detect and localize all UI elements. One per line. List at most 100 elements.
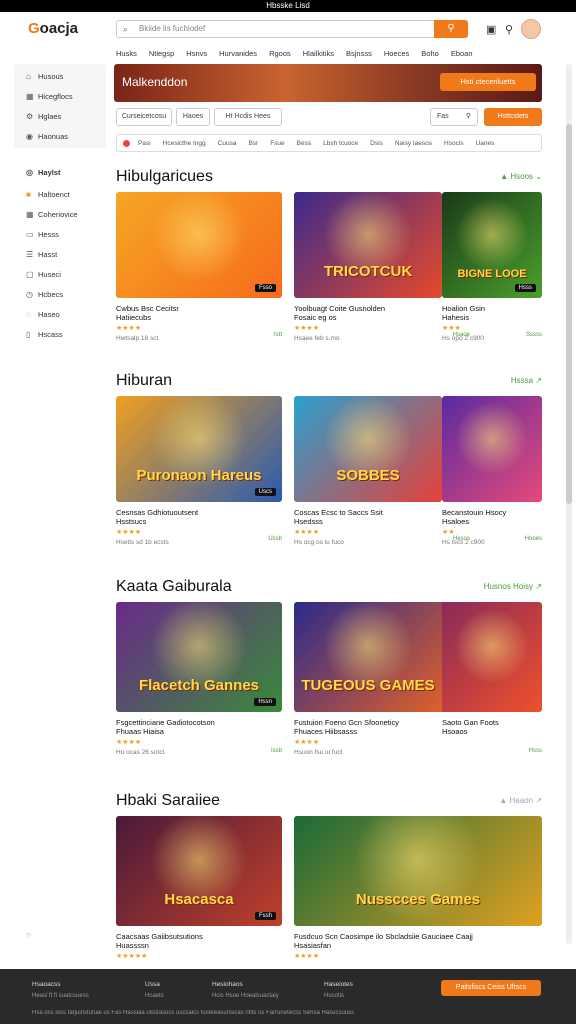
folder-icon: ▭ (26, 229, 34, 239)
game-thumbnail[interactable]: Puronaon Hareus Uscs (116, 396, 282, 502)
scrollbar-thumb[interactable] (566, 124, 572, 504)
chip[interactable]: Bess (291, 140, 317, 147)
nav-item[interactable]: Ntiegsp (143, 46, 180, 62)
sidebar-item[interactable]: ⌂ Husous (14, 66, 106, 86)
nav-item[interactable]: Hoeces (378, 46, 415, 62)
game-card[interactable]: TRICOTCUK Yoolbuagt Coite Gusnolden Fosa… (294, 192, 542, 342)
action-button[interactable]: Hsttcstets (484, 108, 542, 126)
game-card[interactable]: Becanstouin Hsocy Hsaloes ★★ Hs tscs 2 c… (442, 396, 542, 546)
rating-stars: ★★★★ (116, 739, 142, 746)
footer-button[interactable]: Paitsfiscs Ceiss Uftscs (441, 980, 541, 996)
card-subtitle: Fhuaces Hiibsasss (294, 727, 357, 736)
nav-item[interactable]: Bsjnsss (340, 46, 378, 62)
game-thumbnail[interactable]: Fsso (116, 192, 282, 298)
filter-button[interactable]: Curseicetcosu (116, 108, 172, 126)
game-thumbnail[interactable] (442, 602, 542, 712)
sidebar-item[interactable]: ▢ Huseci (14, 264, 106, 284)
game-thumbnail[interactable]: Nusscces Games (294, 816, 542, 926)
sidebar-item[interactable]: ◉ Haonuas (14, 126, 106, 146)
chip[interactable]: Pasi (132, 140, 157, 147)
game-card[interactable]: Puronaon Hareus Uscs Cesnsas Gdhiotuoutse… (116, 396, 282, 546)
game-card[interactable]: TUGEOUS GAMES Fustuion Foeno Gcn Sfoonet… (294, 602, 442, 756)
game-card[interactable]: Hsacasca Fssh Caacsaas Gaiibsutsutions Hu… (116, 816, 282, 960)
notification-icon[interactable]: ▣ (486, 23, 496, 36)
nav-item[interactable]: Rgoos (263, 46, 297, 62)
card-title: Caacsaas Gaiibsutsutions (116, 932, 203, 941)
game-card[interactable]: Flacetch Gannes Hssn Fsgcettinciane Gadio… (116, 602, 282, 756)
game-card[interactable]: Nusscces Games Fusdcuo Scn Caosimpe ilo … (294, 816, 542, 960)
nav-item[interactable]: Husks (110, 46, 143, 62)
game-card[interactable]: BIGNE LOOE Hsss Hoalion Gsin Hahesis ★★★ … (442, 192, 542, 342)
footer-col-title: Haseiotes (324, 981, 353, 988)
sidebar-item[interactable]: ▯ Hscass (14, 324, 106, 344)
game-thumbnail[interactable]: Hsacasca Fssh (116, 816, 282, 926)
game-thumbnail[interactable]: TUGEOUS GAMES (294, 602, 442, 712)
nav-item[interactable]: Hsnvs (180, 46, 213, 62)
card-subtitle: Fosaic eg os (294, 313, 337, 322)
card-subtitle: Hsaloes (442, 517, 470, 526)
section-more-link[interactable]: Hsssa ↗ (511, 376, 542, 385)
tag-icon: ◌ (26, 309, 31, 319)
promo-banner[interactable]: Malkenddon Hsti cteceriluetts (114, 64, 542, 102)
avatar[interactable] (521, 19, 541, 39)
footer-link[interactable]: Heasi ft fi suatcsuess (32, 993, 89, 999)
nav-item[interactable]: Boho (415, 46, 445, 62)
sidebar-item[interactable]: ▭ Hesss (14, 224, 106, 244)
section-more-link[interactable]: ▲ Haaon ↗ (499, 796, 542, 805)
chip[interactable]: Hsocis (438, 140, 470, 147)
chip[interactable]: Hcesicthe Ingg (157, 140, 212, 147)
card-title: Cwbus Bsc Cecitsr (116, 304, 179, 313)
game-card[interactable]: SOBBES Coscas Ecsc to Saccs Ssit Hsedsss… (294, 396, 470, 546)
status-title: Hbsske Lisd (266, 1, 310, 10)
list-icon: ☰ (26, 249, 34, 259)
settings-icon[interactable]: ○ (26, 930, 31, 939)
footer-link[interactable]: Hcis Hsoe Hoealsuactaiy (212, 993, 279, 999)
nav-item[interactable]: Eboan (445, 46, 479, 62)
chip[interactable]: Fsue (264, 140, 290, 147)
search-box[interactable]: ⌕ Bkiide lis fuchiodef ⚲ (116, 20, 468, 38)
chip[interactable]: Bsr (242, 140, 264, 147)
sidebar-item-label: Hglaes (38, 111, 62, 121)
footer-link[interactable]: Husotis (324, 993, 344, 999)
chip[interactable]: Uanes (470, 140, 501, 147)
nav-item[interactable]: Hlailkitiks (297, 46, 340, 62)
chip[interactable]: Dsis (364, 140, 389, 147)
scrollbar[interactable] (566, 64, 572, 944)
sidebar-item[interactable]: ☰ Hasst (14, 244, 106, 264)
filter-button[interactable]: Ht Hcdis Hees (214, 108, 282, 126)
search-input[interactable]: Bkiide lis fuchiodef (139, 24, 205, 33)
chip[interactable]: Cuusa (212, 140, 243, 147)
sidebar-item[interactable]: ⚙ Hglaes (14, 106, 106, 126)
rating-stars: ★★★★ (294, 953, 320, 960)
logo[interactable]: Goacja (28, 20, 78, 37)
game-thumbnail[interactable]: Flacetch Gannes Hssn (116, 602, 282, 712)
game-thumbnail[interactable]: SOBBES (294, 396, 442, 502)
chip[interactable]: Naisy Iaesos (389, 140, 438, 147)
sort-button[interactable]: Fas ⚲ (430, 108, 478, 126)
sidebar-item[interactable]: ▦ Hicegflocs (14, 86, 106, 106)
sidebar-item[interactable]: ▦ Coheriovice (14, 204, 106, 224)
filter-button[interactable]: Haoes (176, 108, 210, 126)
footer-link[interactable]: Hcaets (145, 993, 164, 999)
section-more-link[interactable]: ▲ Hsoos ⌄ (500, 172, 542, 181)
game-thumbnail[interactable] (442, 396, 542, 502)
game-thumbnail[interactable]: TRICOTCUK (294, 192, 442, 298)
section-title: Kaata Gaiburala (116, 578, 232, 595)
sidebar-item[interactable]: ◌ Haseo (14, 304, 106, 324)
sidebar-item[interactable]: ■ Haltoenct (14, 184, 106, 204)
chip[interactable]: Lbsh tcuoce (317, 140, 364, 147)
footer-col-title: Hsaoacss (32, 981, 61, 988)
home-icon: ⌂ (26, 71, 31, 81)
game-card[interactable]: Fsso Cwbus Bsc Cecitsr Hatiiecubs ★★★★ H… (116, 192, 282, 342)
wifi-icon: ⚲ (505, 24, 514, 36)
game-card[interactable]: Saoto Gan Foots Hsoaos Hsss (442, 602, 542, 754)
sidebar-item[interactable]: ◷ Hcbecs (14, 284, 106, 304)
nav-item[interactable]: Hurvanides (213, 46, 263, 62)
game-thumbnail[interactable]: BIGNE LOOE Hsss (442, 192, 542, 298)
section-more-link[interactable]: Husnos Hoisy ↗ (484, 582, 542, 591)
banner-button[interactable]: Hsti cteceriluetts (440, 73, 536, 91)
thumbnail-tag: Uscs (254, 488, 276, 496)
status-bar: Hbsske Lisd (0, 0, 576, 12)
search-button[interactable]: ⚲ (434, 20, 468, 38)
sidebar-group-title[interactable]: ◎ Haylst (14, 162, 106, 182)
